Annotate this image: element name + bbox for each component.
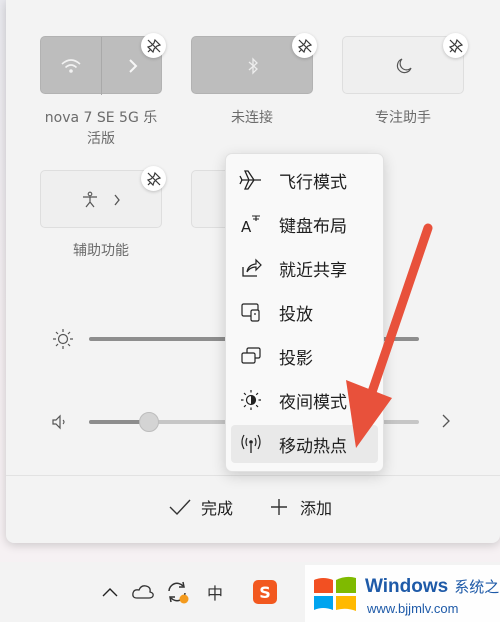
project-icon	[231, 345, 271, 367]
tile-label: 未连接	[231, 110, 273, 126]
sogou-icon[interactable]: S	[250, 562, 280, 622]
menu-item-label: 键盘布局	[279, 216, 347, 237]
plus-icon	[270, 498, 288, 516]
chevron-right-icon[interactable]	[441, 413, 451, 433]
checkmark-icon	[169, 498, 191, 516]
menu-item-label: 夜间模式	[279, 392, 347, 413]
add-label: 添加	[300, 499, 333, 518]
add-tile-menu: 飞行模式 A 键盘布局 就近共享 投放 投影 夜间模式 移动热点	[225, 153, 384, 472]
watermark-url: www.bjjmlv.com	[367, 601, 459, 616]
watermark-title-cn: 系统之家	[454, 578, 500, 596]
keyboard-layout-icon: A	[231, 213, 271, 235]
menu-item-label: 飞行模式	[279, 172, 347, 193]
done-button[interactable]: 完成	[169, 495, 233, 519]
cast-icon	[231, 301, 271, 323]
cloud-icon[interactable]	[128, 562, 158, 622]
chevron-right-icon[interactable]	[107, 171, 127, 229]
unpin-icon[interactable]	[443, 33, 468, 58]
ime-label: 中	[206, 584, 223, 603]
speaker-icon[interactable]	[51, 413, 69, 435]
menu-item-label: 投影	[279, 348, 313, 369]
watermark-title: Windows	[365, 576, 449, 597]
menu-item-label: 投放	[279, 304, 313, 325]
unpin-icon[interactable]	[141, 33, 166, 58]
footer-divider	[6, 475, 500, 476]
night-light-icon	[231, 389, 271, 411]
menu-item-night-light[interactable]: 夜间模式	[231, 381, 378, 419]
menu-item-label: 移动热点	[279, 436, 347, 457]
nearby-share-icon	[231, 257, 271, 279]
brightness-icon	[52, 328, 74, 354]
watermark: Windows 系统之家 www.bjjmlv.com	[305, 565, 500, 622]
menu-item-mobile-hotspot[interactable]: 移动热点	[231, 425, 378, 463]
sync-icon[interactable]	[162, 562, 192, 622]
sogou-label: S	[259, 582, 271, 602]
menu-item-project[interactable]: 投影	[231, 337, 378, 375]
airplane-icon	[231, 169, 271, 191]
tile-label: 辅助功能	[73, 243, 129, 259]
done-label: 完成	[201, 499, 234, 518]
menu-item-label: 就近共享	[279, 260, 347, 281]
ime-indicator[interactable]: 中	[200, 562, 230, 622]
mobile-hotspot-icon	[231, 433, 271, 455]
chevron-up-icon[interactable]	[98, 562, 122, 622]
menu-item-nearby-share[interactable]: 就近共享	[231, 249, 378, 287]
tile-label: 专注助手	[375, 110, 431, 126]
unpin-icon[interactable]	[141, 166, 166, 191]
volume-slider-thumb[interactable]	[139, 412, 159, 432]
menu-item-cast[interactable]: 投放	[231, 293, 378, 331]
menu-item-keyboard-layout[interactable]: A 键盘布局	[231, 205, 378, 243]
svg-text:A: A	[241, 218, 252, 235]
tile-label: nova 7 SE 5G 乐活版	[44, 110, 158, 147]
windows-logo-icon	[312, 572, 358, 620]
unpin-icon[interactable]	[292, 33, 317, 58]
menu-item-airplane-mode[interactable]: 飞行模式	[231, 161, 378, 199]
wifi-icon	[41, 37, 101, 95]
accessibility-icon	[77, 171, 103, 229]
add-button[interactable]: 添加	[270, 495, 332, 519]
